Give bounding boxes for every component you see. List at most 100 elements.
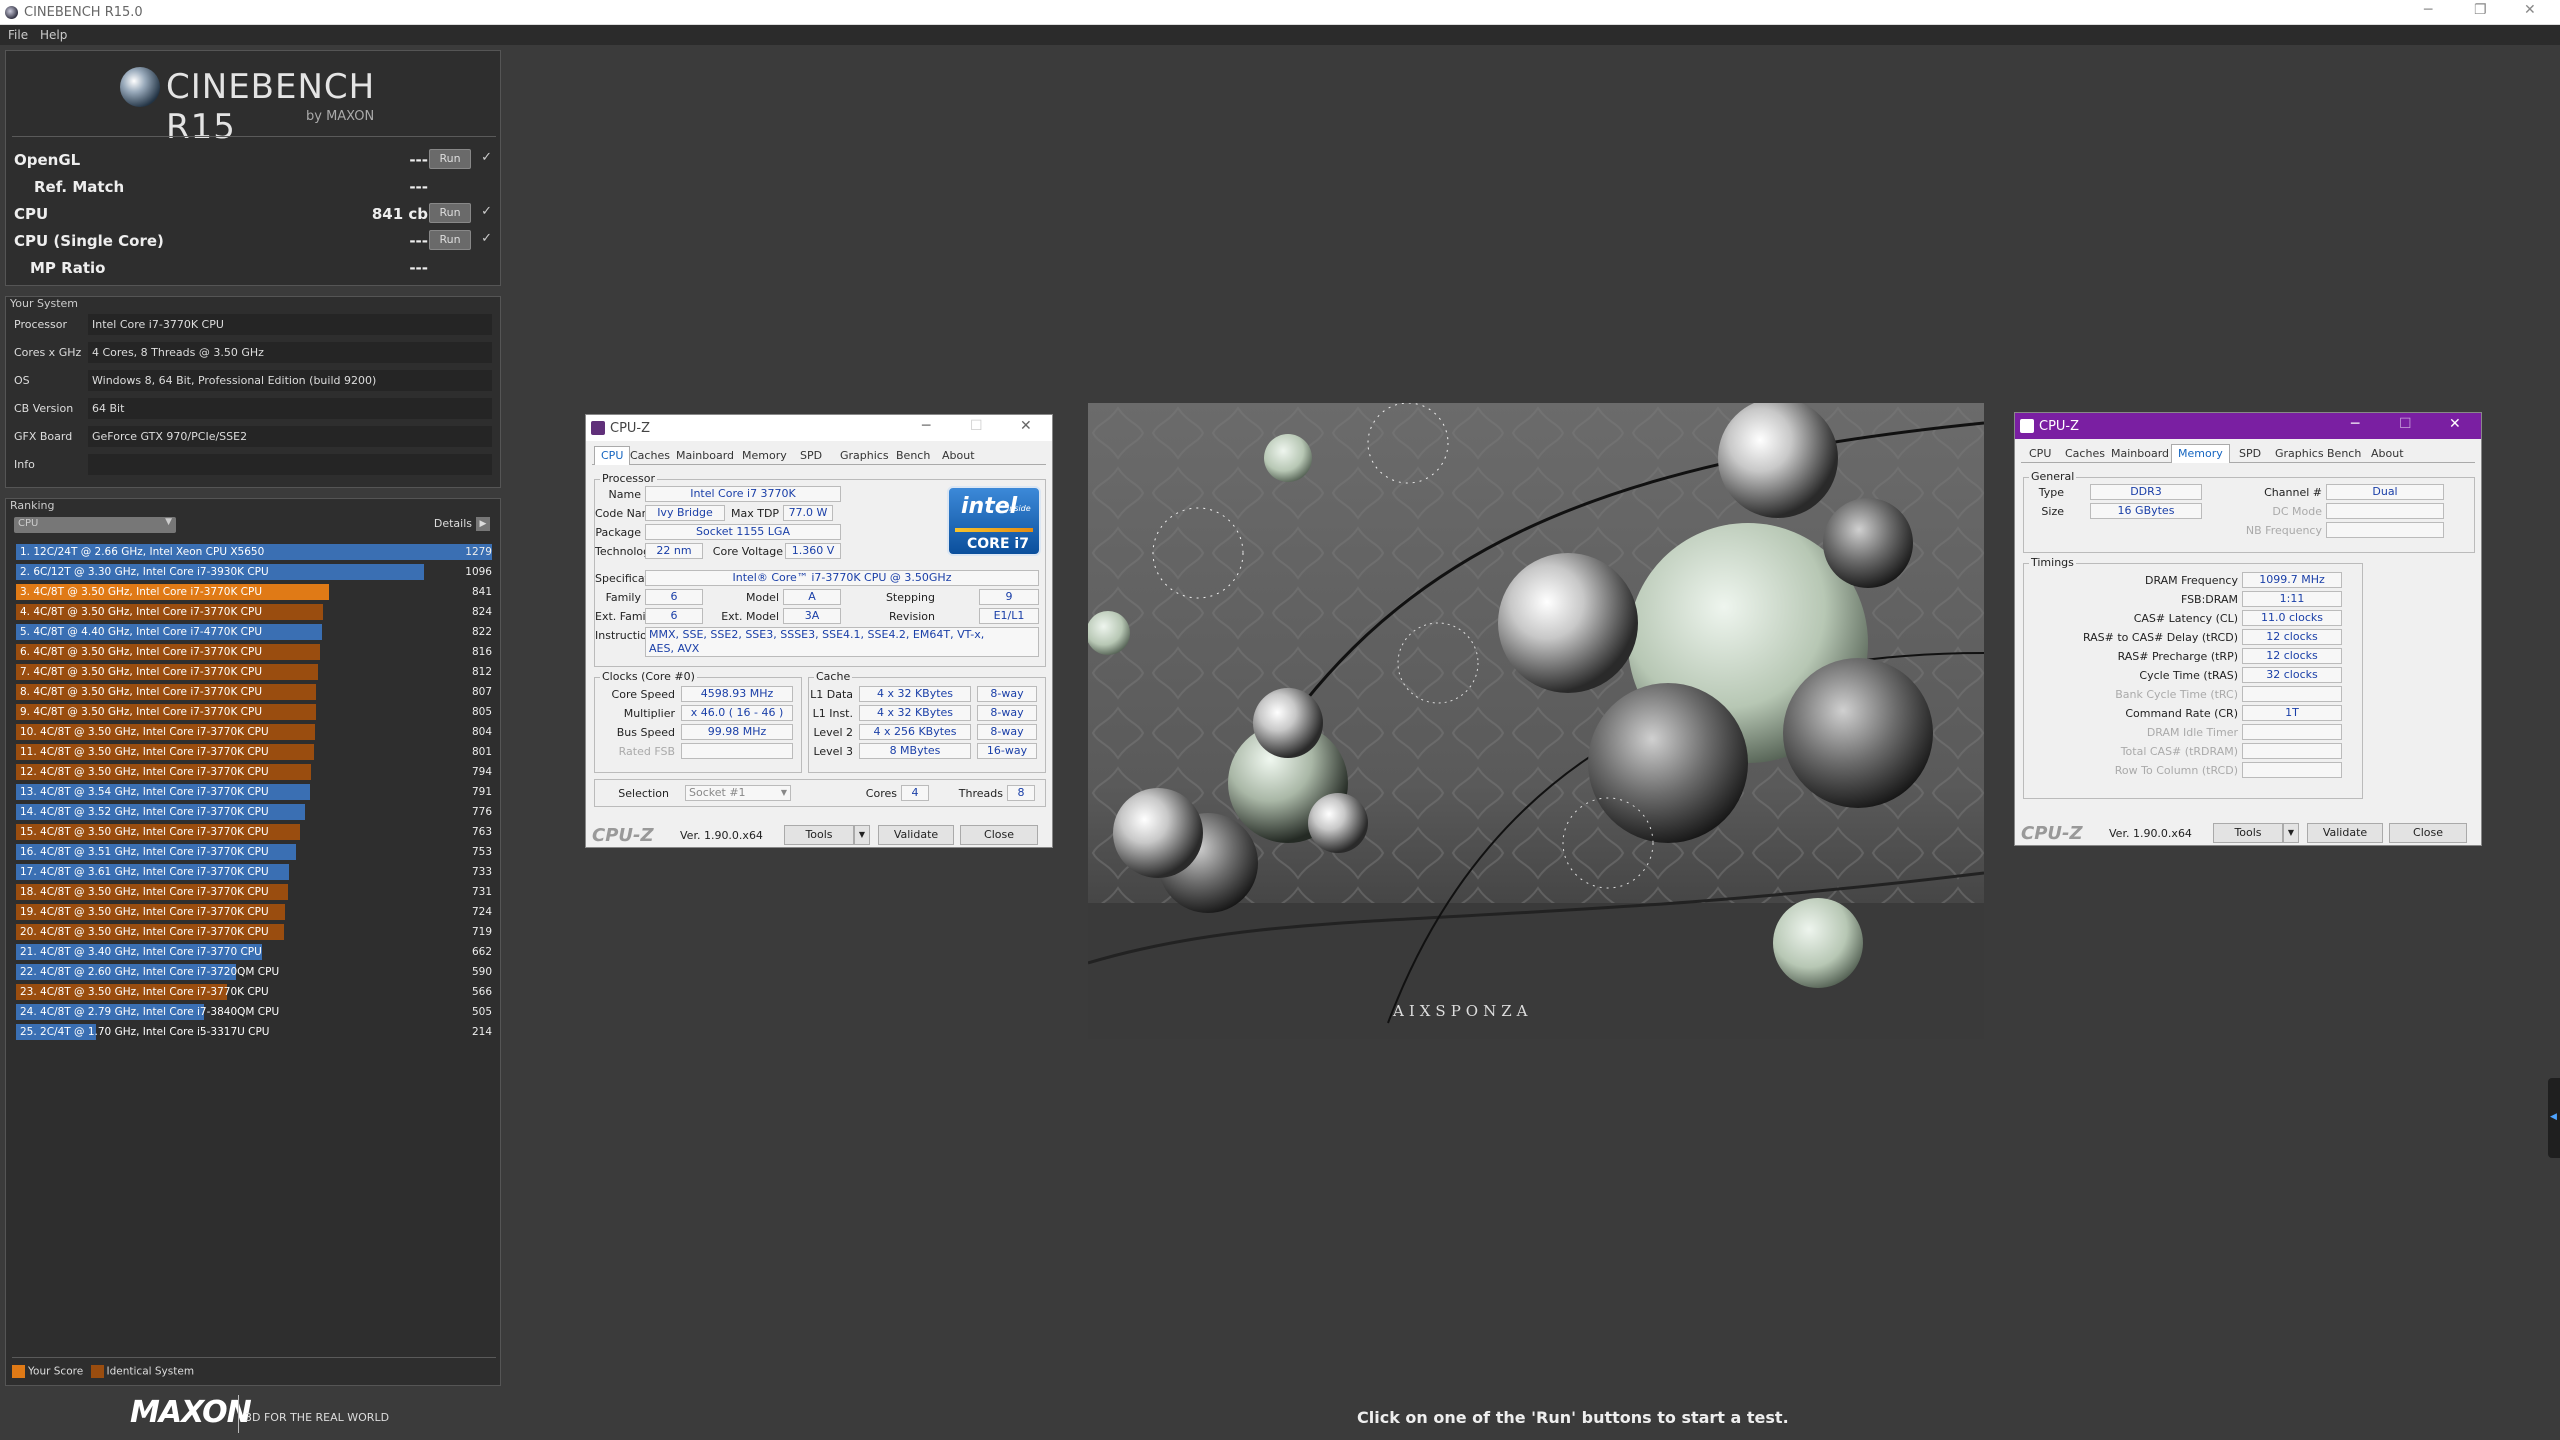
divider xyxy=(12,1357,496,1358)
minimize-icon[interactable]: ─ xyxy=(2351,416,2359,432)
ranking-row[interactable]: 1. 12C/24T @ 2.66 GHz, Intel Xeon CPU X5… xyxy=(16,543,492,561)
score-row-mpratio: MP Ratio --- xyxy=(14,255,498,281)
tab-graphics[interactable]: Graphics xyxy=(2275,447,2324,460)
ranking-row[interactable]: 21. 4C/8T @ 3.40 GHz, Intel Core i7-3770… xyxy=(16,943,492,961)
ranking-row[interactable]: 4. 4C/8T @ 3.50 GHz, Intel Core i7-3770K… xyxy=(16,603,492,621)
tab-cpu[interactable]: CPU xyxy=(594,446,631,465)
tab-spd[interactable]: SPD xyxy=(800,449,822,462)
tab-about[interactable]: About xyxy=(2371,447,2404,460)
ranking-row[interactable]: 5. 4C/8T @ 4.40 GHz, Intel Core i7-4770K… xyxy=(16,623,492,641)
minimize-icon[interactable]: ─ xyxy=(2424,2,2432,18)
field-label: Selection xyxy=(618,787,669,800)
close-button[interactable]: Close xyxy=(960,825,1038,845)
tab-bench[interactable]: Bench xyxy=(896,449,930,462)
ranking-row[interactable]: 18. 4C/8T @ 3.50 GHz, Intel Core i7-3770… xyxy=(16,883,492,901)
close-icon[interactable]: ✕ xyxy=(2524,2,2536,18)
tools-dropdown-icon[interactable]: ▼ xyxy=(2283,823,2299,843)
menu-file[interactable]: File xyxy=(8,28,28,42)
tab-memory[interactable]: Memory xyxy=(742,449,787,462)
ranking-row[interactable]: 24. 4C/8T @ 2.79 GHz, Intel Core i7-3840… xyxy=(16,1003,492,1021)
ranking-row[interactable]: 19. 4C/8T @ 3.50 GHz, Intel Core i7-3770… xyxy=(16,903,492,921)
system-value[interactable]: 64 Bit xyxy=(88,398,492,419)
specification-value: Intel® Core™ i7-3770K CPU @ 3.50GHz xyxy=(645,570,1039,586)
tab-graphics[interactable]: Graphics xyxy=(840,449,889,462)
cpu-name-value: Intel Core i7 3770K xyxy=(645,486,841,502)
tab-mainboard[interactable]: Mainboard xyxy=(676,449,734,462)
tab-spd[interactable]: SPD xyxy=(2239,447,2261,460)
tools-button[interactable]: Tools xyxy=(2213,823,2283,843)
ranking-row[interactable]: 16. 4C/8T @ 3.51 GHz, Intel Core i7-3770… xyxy=(16,843,492,861)
system-value[interactable]: Windows 8, 64 Bit, Professional Edition … xyxy=(88,370,492,391)
tab-caches[interactable]: Caches xyxy=(2065,447,2105,460)
ranking-score: 763 xyxy=(471,826,492,838)
menu-help[interactable]: Help xyxy=(40,28,67,42)
minimize-icon[interactable]: ─ xyxy=(922,418,930,434)
restore-icon[interactable]: ❐ xyxy=(2474,2,2487,18)
ranking-row[interactable]: 25. 2C/4T @ 1.70 GHz, Intel Core i5-3317… xyxy=(16,1023,492,1041)
ranking-row[interactable]: 3. 4C/8T @ 3.50 GHz, Intel Core i7-3770K… xyxy=(16,583,492,601)
close-button[interactable]: Close xyxy=(2389,823,2467,843)
field-label: Multiplier xyxy=(623,707,675,720)
ranking-row[interactable]: 9. 4C/8T @ 3.50 GHz, Intel Core i7-3770K… xyxy=(16,703,492,721)
system-value[interactable]: GeForce GTX 970/PCIe/SSE2 xyxy=(88,426,492,447)
close-icon[interactable]: ✕ xyxy=(2449,416,2461,432)
ranking-row[interactable]: 15. 4C/8T @ 3.50 GHz, Intel Core i7-3770… xyxy=(16,823,492,841)
tab-about[interactable]: About xyxy=(942,449,975,462)
ranking-row[interactable]: 23. 4C/8T @ 3.50 GHz, Intel Core i7-3770… xyxy=(16,983,492,1001)
tab-cpu[interactable]: CPU xyxy=(2029,447,2051,460)
ranking-row[interactable]: 13. 4C/8T @ 3.54 GHz, Intel Core i7-3770… xyxy=(16,783,492,801)
ranking-row[interactable]: 20. 4C/8T @ 3.50 GHz, Intel Core i7-3770… xyxy=(16,923,492,941)
ranking-row[interactable]: 14. 4C/8T @ 3.52 GHz, Intel Core i7-3770… xyxy=(16,803,492,821)
ranking-row[interactable]: 8. 4C/8T @ 3.50 GHz, Intel Core i7-3770K… xyxy=(16,683,492,701)
ranking-row[interactable]: 17. 4C/8T @ 3.61 GHz, Intel Core i7-3770… xyxy=(16,863,492,881)
cpuz-tabs: CPU Caches Mainboard Memory SPD Graphics… xyxy=(592,446,1046,465)
checkmark-icon[interactable]: ✓ xyxy=(481,204,492,219)
processor-group: Processor Name Intel Core i7 3770K Code … xyxy=(594,472,1046,667)
ranking-row[interactable]: 7. 4C/8T @ 3.50 GHz, Intel Core i7-3770K… xyxy=(16,663,492,681)
details-button[interactable]: Details ▶ xyxy=(434,517,490,531)
run-cpu-single-button[interactable]: Run xyxy=(429,230,471,250)
system-value[interactable]: Intel Core i7-3770K CPU xyxy=(88,314,492,335)
socket-select[interactable]: Socket #1 ▼ xyxy=(685,785,791,801)
max-tdp-value: 77.0 W xyxy=(783,505,833,521)
run-opengl-button[interactable]: Run xyxy=(429,149,471,169)
tab-memory[interactable]: Memory xyxy=(2171,444,2230,463)
ranking-row[interactable]: 22. 4C/8T @ 2.60 GHz, Intel Core i7-3720… xyxy=(16,963,492,981)
cpuz-app-icon xyxy=(591,421,605,435)
ranking-row[interactable]: 11. 4C/8T @ 3.50 GHz, Intel Core i7-3770… xyxy=(16,743,492,761)
validate-button[interactable]: Validate xyxy=(2307,823,2383,843)
ranking-row[interactable]: 6. 4C/8T @ 3.50 GHz, Intel Core i7-3770K… xyxy=(16,643,492,661)
model-value: A xyxy=(783,589,841,605)
group-title: General xyxy=(2029,470,2077,483)
system-label: Info xyxy=(14,458,35,471)
l1-data-value: 4 x 32 KBytes xyxy=(859,686,971,702)
group-title: Timings xyxy=(2029,556,2076,569)
tools-button[interactable]: Tools xyxy=(784,825,854,845)
validate-button[interactable]: Validate xyxy=(878,825,954,845)
timing-value xyxy=(2242,724,2342,740)
ext-model-value: 3A xyxy=(783,608,841,624)
tab-bench[interactable]: Bench xyxy=(2327,447,2361,460)
tab-mainboard[interactable]: Mainboard xyxy=(2111,447,2169,460)
score-value: --- xyxy=(409,259,428,277)
ranking-dropdown[interactable]: CPU ▼ xyxy=(14,517,176,533)
system-value[interactable]: 4 Cores, 8 Threads @ 3.50 GHz xyxy=(88,342,492,363)
checkmark-icon[interactable]: ✓ xyxy=(481,231,492,246)
system-value[interactable] xyxy=(88,454,492,475)
tab-caches[interactable]: Caches xyxy=(630,449,670,462)
ranking-row[interactable]: 2. 6C/12T @ 3.30 GHz, Intel Core i7-3930… xyxy=(16,563,492,581)
side-handle[interactable]: ◀ xyxy=(2548,1078,2560,1158)
close-icon[interactable]: ✕ xyxy=(1020,418,1032,434)
ranking-row[interactable]: 10. 4C/8T @ 3.50 GHz, Intel Core i7-3770… xyxy=(16,723,492,741)
ranking-row[interactable]: 12. 4C/8T @ 3.50 GHz, Intel Core i7-3770… xyxy=(16,763,492,781)
tools-dropdown-icon[interactable]: ▼ xyxy=(854,825,870,845)
ranking-label: 1. 12C/24T @ 2.66 GHz, Intel Xeon CPU X5… xyxy=(20,546,265,558)
run-cpu-button[interactable]: Run xyxy=(429,203,471,223)
field-label: Technology xyxy=(595,545,657,558)
multiplier-value: x 46.0 ( 16 - 46 ) xyxy=(681,705,793,721)
checkmark-icon[interactable]: ✓ xyxy=(481,150,492,165)
ranking-score: 822 xyxy=(471,626,492,638)
l2-way: 8-way xyxy=(977,724,1037,740)
socket-select-value: Socket #1 xyxy=(689,786,746,799)
field-label: Ext. Model xyxy=(721,610,779,623)
